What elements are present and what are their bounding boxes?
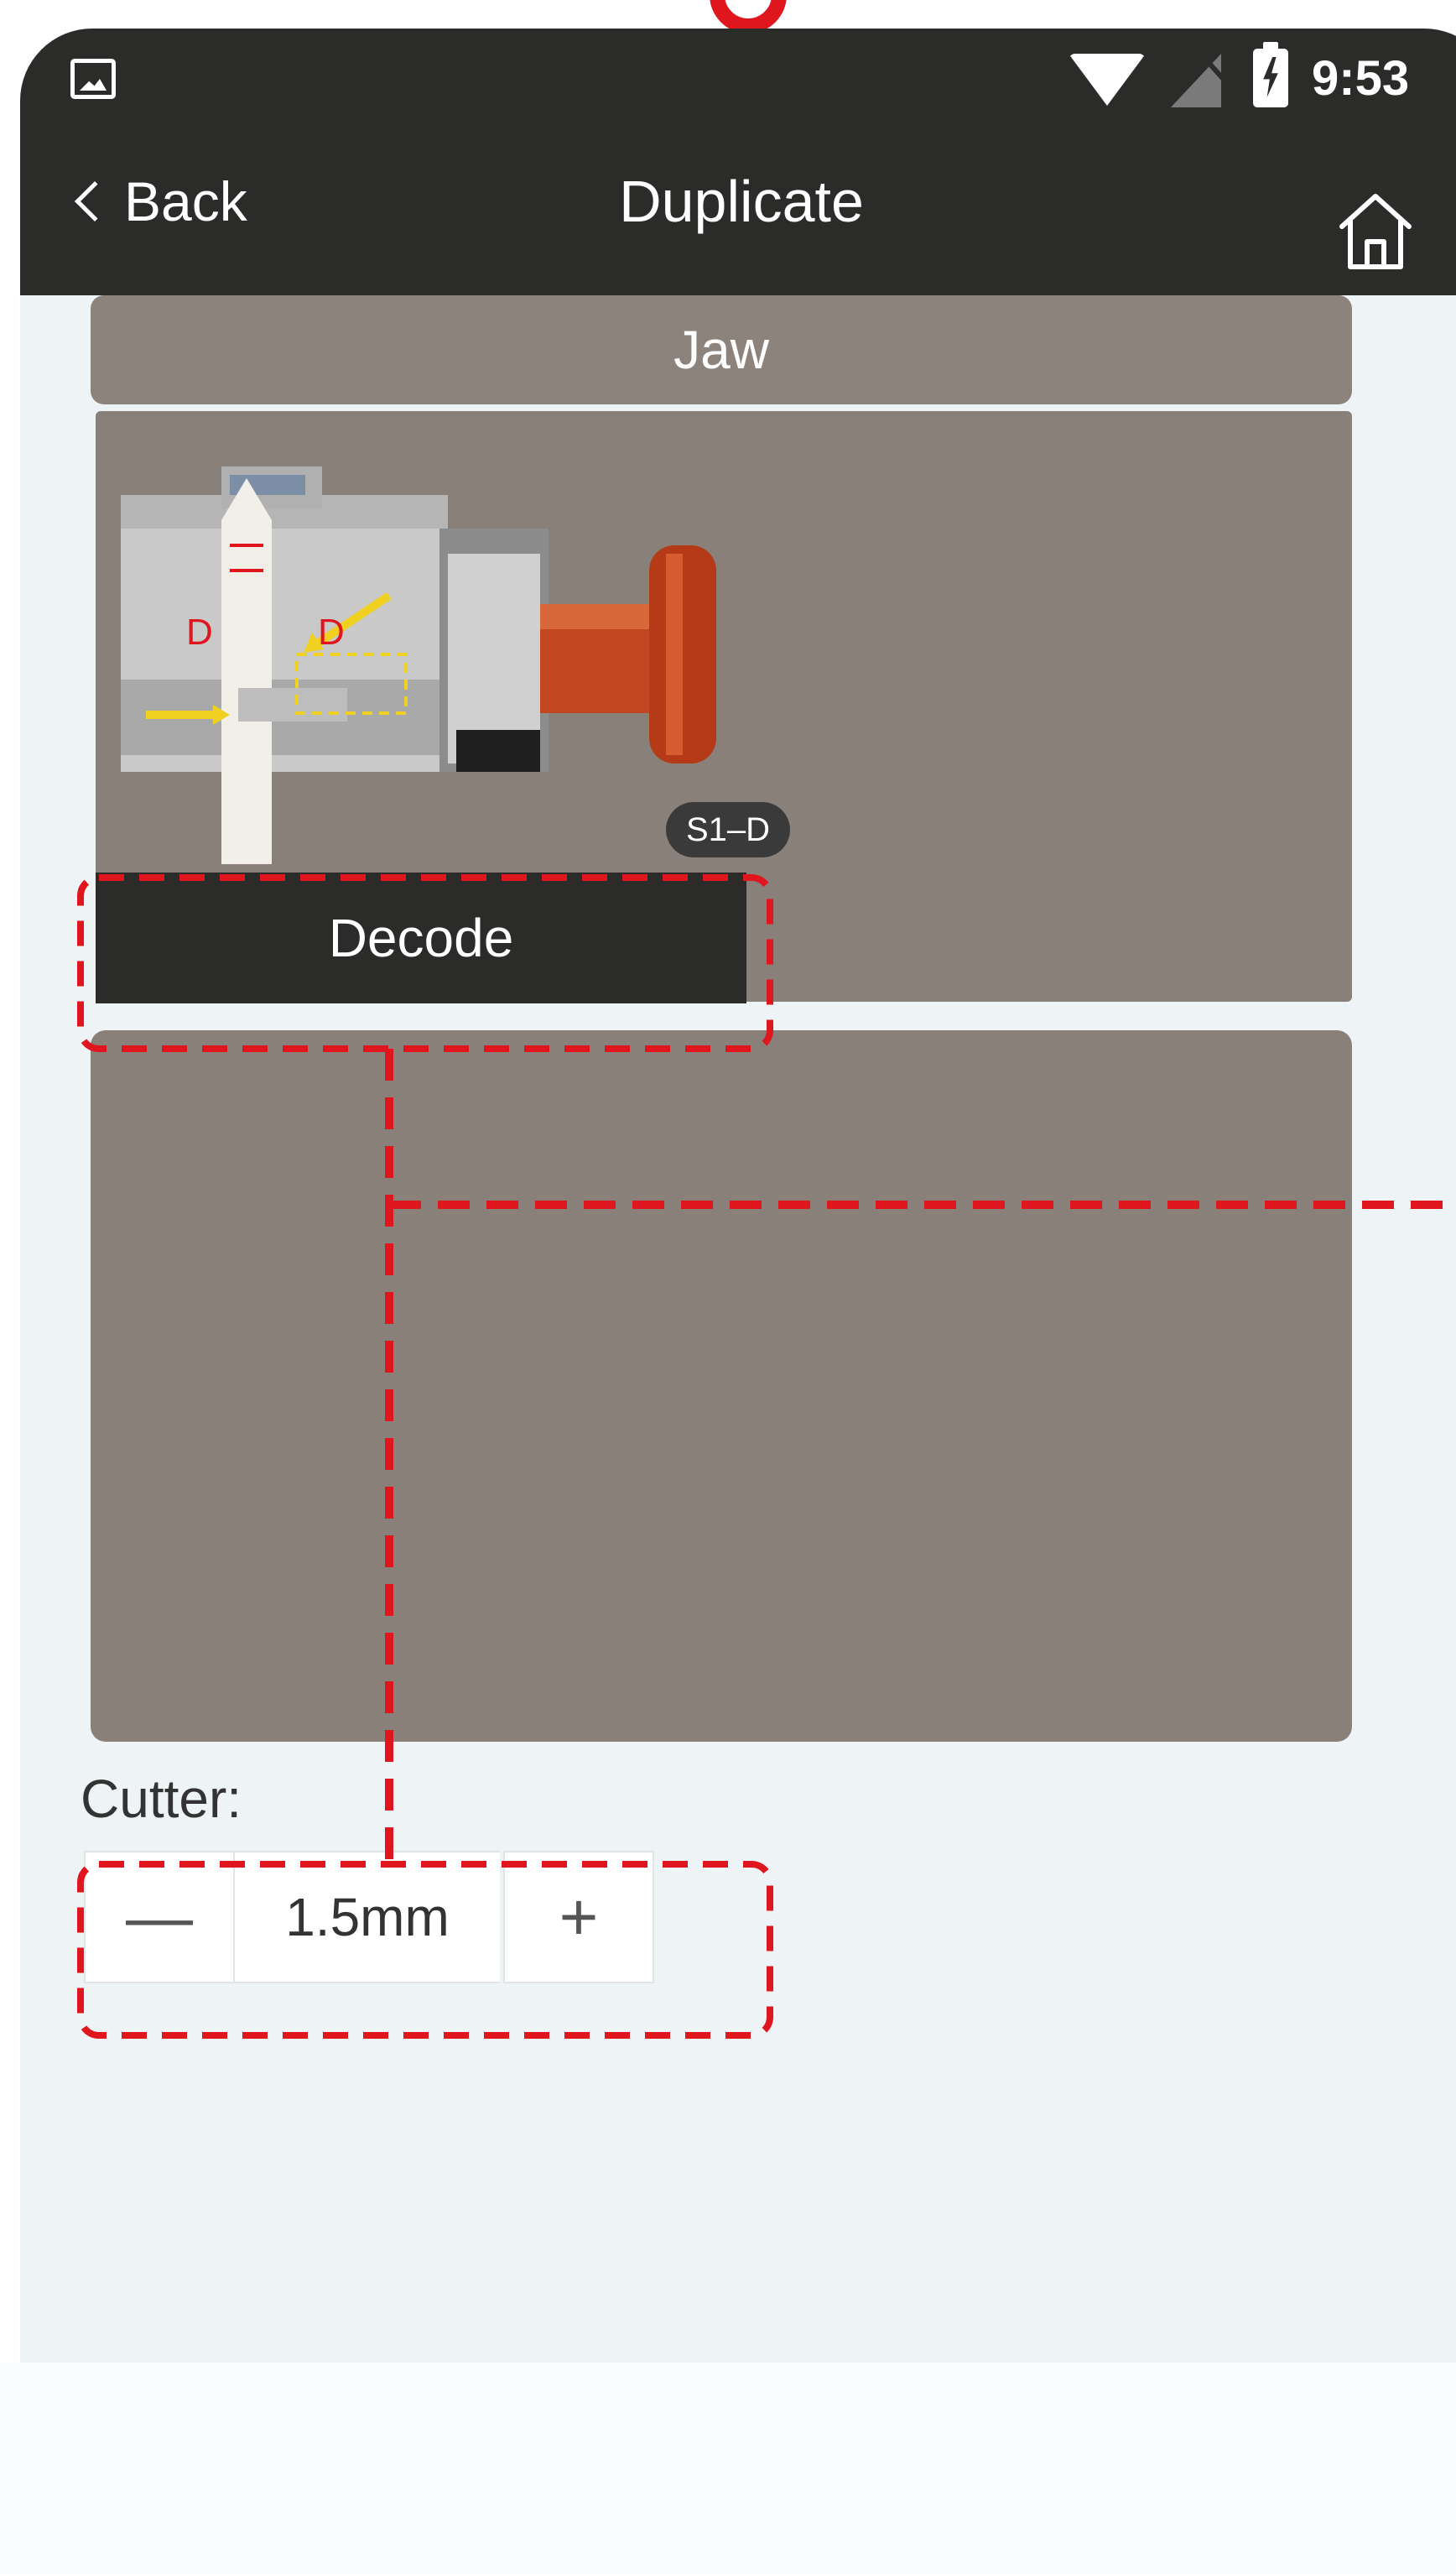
jaw-mark-right: D <box>318 612 345 653</box>
no-signal-icon <box>1171 54 1221 107</box>
key-view-panel <box>91 1030 1352 1742</box>
jaw-clamp-illustration: D D <box>121 466 716 864</box>
gallery-notification-icon <box>70 59 116 99</box>
home-button[interactable] <box>1335 190 1416 274</box>
bottom-area <box>0 2363 1456 2574</box>
title-bar: Back Duplicate <box>20 122 1456 295</box>
battery-charging-icon <box>1253 42 1288 107</box>
home-icon <box>1339 194 1412 269</box>
cutter-increase-button[interactable]: + <box>503 1851 654 1983</box>
jaw-header: Jaw <box>91 295 1352 404</box>
status-bar: 9:53 <box>20 29 1456 122</box>
wifi-icon <box>1069 54 1146 106</box>
cutter-value: 1.5mm <box>235 1851 500 1983</box>
status-time: 9:53 <box>1312 51 1410 106</box>
cutter-decrease-button[interactable]: — <box>84 1851 235 1983</box>
cutter-label: Cutter: <box>81 1769 242 1829</box>
jaw-code-badge: S1–D <box>666 802 790 857</box>
decode-button[interactable]: Decode <box>96 873 746 1003</box>
cutter-stepper: — 1.5mm + <box>84 1851 654 1983</box>
page-title: Duplicate <box>619 169 864 234</box>
jaw-mark-left: D <box>186 612 213 653</box>
